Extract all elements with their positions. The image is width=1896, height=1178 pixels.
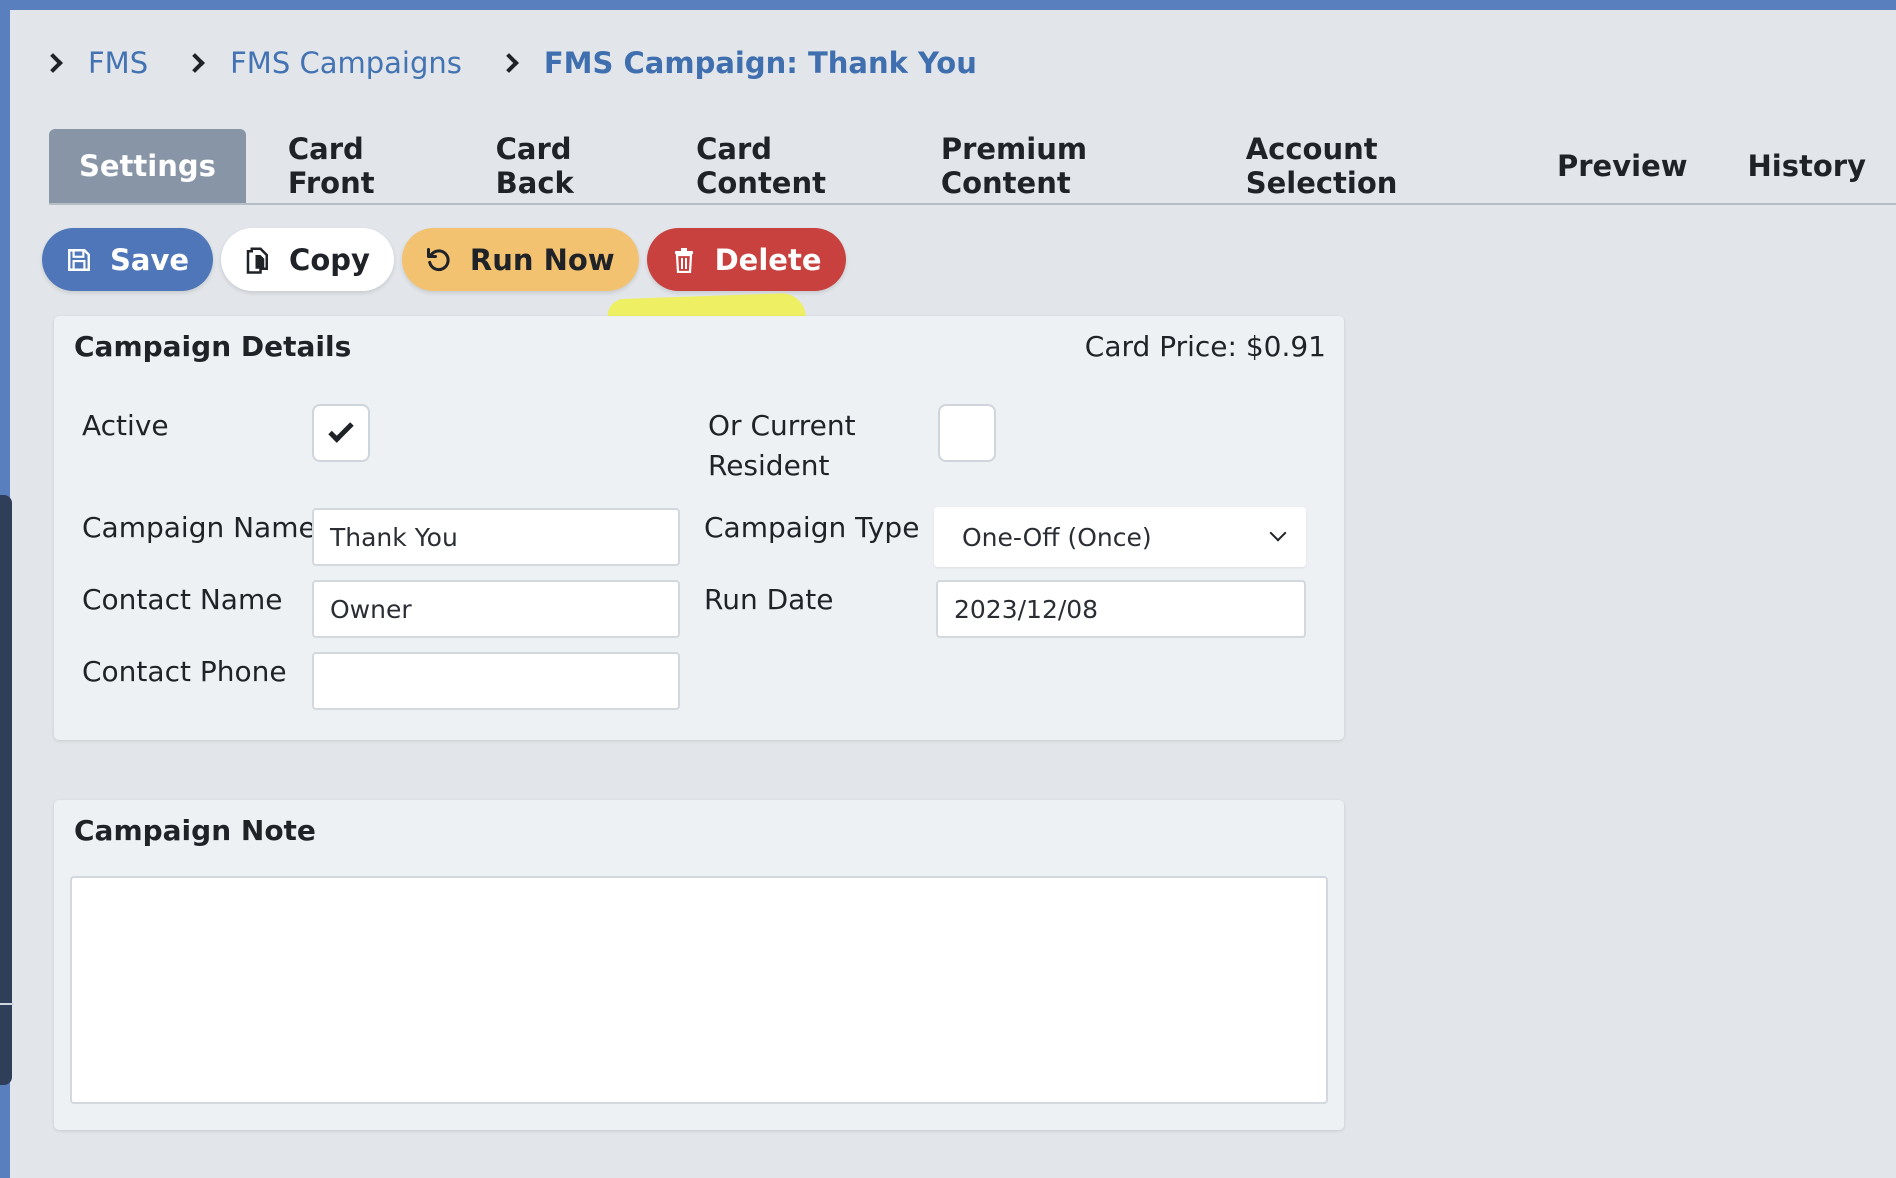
or-current-resident-label: Or Current Resident xyxy=(708,406,856,486)
breadcrumb-fms-campaigns[interactable]: FMS Campaigns xyxy=(230,46,462,80)
save-button-label: Save xyxy=(110,242,190,277)
contact-phone-input[interactable] xyxy=(312,652,680,710)
tab-history[interactable]: History xyxy=(1718,129,1896,203)
campaign-type-select[interactable]: One-Off (Once) xyxy=(934,507,1306,567)
action-toolbar: Save Copy Run Now Delete xyxy=(42,228,846,291)
campaign-name-label: Campaign Name xyxy=(82,511,316,544)
copy-button-label: Copy xyxy=(289,242,370,277)
tab-card-content[interactable]: Card Content xyxy=(666,129,911,203)
breadcrumb-current-page: FMS Campaign: Thank You xyxy=(543,46,977,80)
tab-card-back[interactable]: Card Back xyxy=(466,129,666,203)
run-now-button[interactable]: Run Now xyxy=(401,228,639,291)
tab-bar: Settings Card Front Card Back Card Conte… xyxy=(49,129,1896,205)
chevron-right-icon xyxy=(498,53,519,73)
chevron-right-icon xyxy=(185,53,206,73)
or-current-resident-checkbox[interactable] xyxy=(938,404,996,462)
panel-title: Campaign Details xyxy=(74,330,352,363)
chevron-right-icon xyxy=(43,53,63,73)
campaign-details-panel: Campaign Details Card Price: $0.91 Activ… xyxy=(54,316,1344,740)
campaign-type-label: Campaign Type xyxy=(704,511,920,544)
card-price: Card Price: $0.91 xyxy=(1084,330,1326,363)
tab-preview[interactable]: Preview xyxy=(1527,129,1718,203)
breadcrumb: FMS FMS Campaigns FMS Campaign: Thank Yo… xyxy=(40,40,977,86)
active-label: Active xyxy=(82,409,169,442)
tab-settings[interactable]: Settings xyxy=(49,129,246,203)
or-current-resident-label-line-2: Resident xyxy=(708,449,830,482)
refresh-icon xyxy=(424,245,454,275)
floppy-disk-icon xyxy=(64,245,94,275)
active-checkbox[interactable] xyxy=(312,404,370,462)
window-top-border xyxy=(0,0,1896,10)
side-panel-edge xyxy=(0,495,12,1085)
tab-premium-content[interactable]: Premium Content xyxy=(911,129,1216,203)
panel-title: Campaign Note xyxy=(74,814,316,847)
campaign-type-selected: One-Off (Once) xyxy=(962,522,1152,552)
breadcrumb-fms[interactable]: FMS xyxy=(88,46,148,80)
copy-icon xyxy=(243,245,273,275)
trash-icon xyxy=(669,245,699,275)
chevron-down-icon xyxy=(1269,524,1287,542)
run-date-input[interactable]: 2023/12/08 xyxy=(936,580,1306,638)
run-date-label: Run Date xyxy=(704,583,834,616)
save-button[interactable]: Save xyxy=(42,228,214,291)
campaign-note-panel: Campaign Note xyxy=(54,800,1344,1130)
tab-card-front[interactable]: Card Front xyxy=(246,129,466,203)
contact-name-input[interactable]: Owner xyxy=(312,580,680,638)
checkmark-icon xyxy=(328,417,354,443)
contact-phone-label: Contact Phone xyxy=(82,655,287,688)
tab-account-selection[interactable]: Account Selection xyxy=(1216,129,1527,203)
campaign-name-input[interactable]: Thank You xyxy=(312,508,680,566)
run-now-button-label: Run Now xyxy=(469,242,615,277)
delete-button[interactable]: Delete xyxy=(646,228,846,291)
delete-button-label: Delete xyxy=(714,242,822,277)
or-current-resident-label-line-1: Or Current xyxy=(708,409,856,442)
campaign-note-textarea[interactable] xyxy=(70,876,1328,1104)
contact-name-label: Contact Name xyxy=(82,583,283,616)
side-panel-divider xyxy=(0,1003,14,1005)
copy-button[interactable]: Copy xyxy=(221,228,394,291)
